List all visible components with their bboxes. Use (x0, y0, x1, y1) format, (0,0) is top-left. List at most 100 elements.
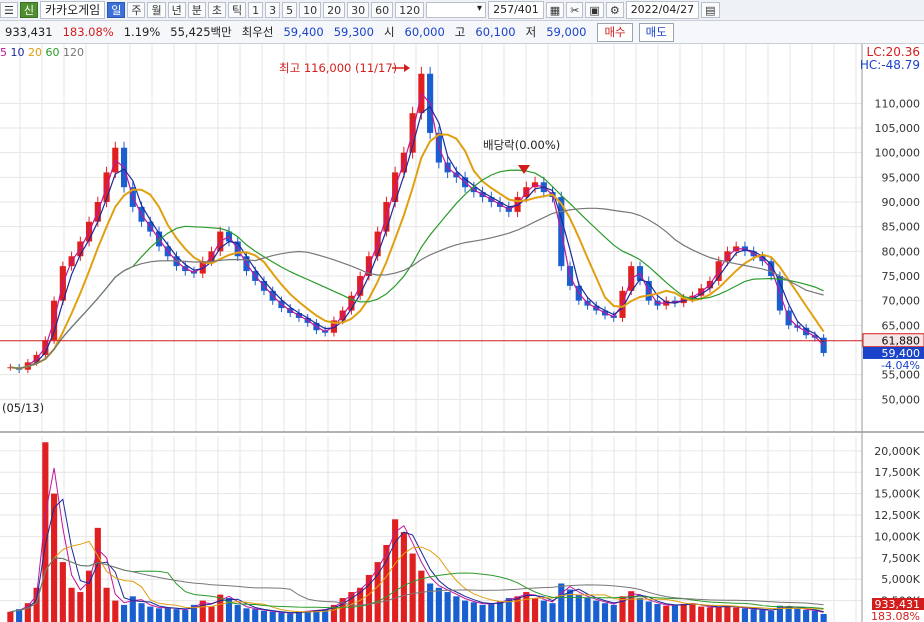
volume-bar (260, 610, 268, 622)
volume-bar (479, 604, 486, 622)
volume-tick-label: 10,000K (874, 530, 920, 543)
open-label: 시 (383, 25, 395, 39)
volume-bar (287, 613, 294, 622)
price-tick-label: 50,000 (882, 393, 921, 406)
volume-bar (392, 519, 399, 622)
volume-bar (706, 607, 714, 622)
volume-bar (295, 611, 303, 622)
turnover-pct: 1.19% (123, 25, 161, 39)
interval-dropdown[interactable]: ▾ (426, 2, 487, 18)
low-label: 저 (525, 25, 537, 39)
price-tick-label: 100,000 (875, 147, 921, 160)
ma-60-label: 60 (45, 46, 60, 59)
volume-bar (470, 602, 477, 622)
tools-icon[interactable]: ✂ (566, 2, 584, 18)
volume-tick-label: 20,000K (874, 445, 920, 458)
volume-bar (68, 587, 75, 622)
volume-bar (435, 587, 442, 622)
volume-bar (715, 606, 722, 622)
volume-bar (733, 607, 740, 622)
volume-bar (462, 600, 469, 622)
volume-bar (803, 610, 810, 622)
volume-bar (182, 610, 189, 622)
period-week-button[interactable]: 주 (127, 2, 146, 18)
volume-bar (593, 600, 600, 622)
volume-pct-label: 183.08% (871, 610, 920, 622)
best-ask: 59,400 (283, 25, 324, 39)
period-year-button[interactable]: 년 (167, 2, 186, 18)
date-field[interactable]: 2022/04/27 (625, 1, 700, 19)
calendar-icon[interactable]: ▤ (701, 2, 720, 18)
volume-bar (663, 605, 670, 622)
save-icon[interactable]: ▣ (585, 2, 604, 18)
volume-bar (540, 600, 547, 622)
volume-bar (689, 603, 696, 622)
ma-5-label: 5 (0, 46, 7, 59)
volume-bar (584, 598, 591, 622)
volume-bar (164, 607, 171, 622)
volume-bar (741, 608, 748, 622)
volume-bar (558, 583, 565, 622)
volume-bar (601, 603, 609, 622)
price-tick-label: 70,000 (882, 295, 921, 308)
volume-bar (138, 603, 145, 622)
stock-name[interactable]: 카카오게임 (40, 1, 106, 19)
price-tick-label: 85,000 (882, 221, 921, 234)
volume-bar (103, 587, 110, 622)
bar-counter[interactable]: 257/401 (488, 1, 544, 19)
volume-value: 933,431 (5, 25, 53, 39)
volume-tick-label: 12,500K (874, 509, 920, 522)
volume-bar (112, 600, 119, 622)
volume-bar (269, 611, 276, 622)
volume-bar (811, 610, 818, 622)
volume-bar (278, 612, 285, 622)
change-pct-label: -4.04% (881, 359, 920, 372)
start-date-label: (05/13) (2, 401, 44, 415)
period-day-button[interactable]: 일 (107, 2, 126, 18)
interval-120-button[interactable]: 120 (395, 2, 425, 18)
volume-bar (636, 598, 644, 622)
low-price: 59,000 (546, 25, 587, 39)
volume-bar (155, 608, 163, 622)
high-arrow-head (404, 64, 410, 72)
menu-icon[interactable]: ☰ (0, 2, 18, 18)
price-tick-label: 95,000 (882, 171, 921, 184)
price-tick-label: 65,000 (882, 319, 921, 332)
period-month-button[interactable]: 월 (147, 2, 166, 18)
quote-bar: 933,431 183.08% 1.19% 55,425백만 최우선 59,40… (0, 21, 924, 44)
volume-bar (820, 614, 827, 622)
sell-button[interactable]: 매도 (638, 22, 674, 42)
volume-bar (234, 604, 241, 622)
price-tick-label: 90,000 (882, 196, 921, 209)
ma-legend: 5 10 20 60 120 (0, 46, 84, 59)
period-tick-button[interactable]: 틱 (227, 2, 247, 18)
gear-icon[interactable]: ⚙ (605, 2, 624, 18)
volume-bar (488, 603, 495, 622)
volume-bar (7, 611, 14, 622)
interval-5-button[interactable]: 5 (282, 2, 298, 18)
chart-toolbar: ☰ 신 카카오게임 일 주 월 년 분 초 틱 1 3 5 10 20 30 6… (0, 0, 924, 21)
interval-3-button[interactable]: 3 (265, 2, 281, 18)
period-second-button[interactable]: 초 (207, 2, 226, 18)
lc-label: LC:20.36 (867, 45, 920, 59)
volume-bar (497, 601, 504, 622)
stock-chart[interactable]: 110,000 105,000 100,000 95,000 90,000 85,000 8… (0, 44, 924, 622)
interval-30-button[interactable]: 30 (347, 2, 370, 18)
volume-bar (173, 609, 180, 622)
interval-60-button[interactable]: 60 (371, 2, 394, 18)
volume-bar (147, 606, 154, 622)
grid-icon[interactable]: ▦ (545, 2, 565, 18)
interval-10-button[interactable]: 10 (299, 2, 322, 18)
price-tick-label: 110,000 (875, 97, 921, 110)
volume-bar (750, 609, 757, 622)
trade-amount: 55,425백만 (170, 25, 232, 39)
volume-tick-label: 17,500K (874, 466, 920, 479)
period-minute-button[interactable]: 분 (187, 2, 206, 18)
volume-bar (549, 603, 556, 622)
interval-1-button[interactable]: 1 (248, 2, 264, 18)
buy-button[interactable]: 매수 (597, 22, 633, 42)
hc-label: HC:-48.79 (860, 58, 920, 72)
price-tick-label: 75,000 (882, 270, 921, 283)
volume-tick-label: 15,000K (874, 488, 920, 501)
interval-20-button[interactable]: 20 (323, 2, 346, 18)
